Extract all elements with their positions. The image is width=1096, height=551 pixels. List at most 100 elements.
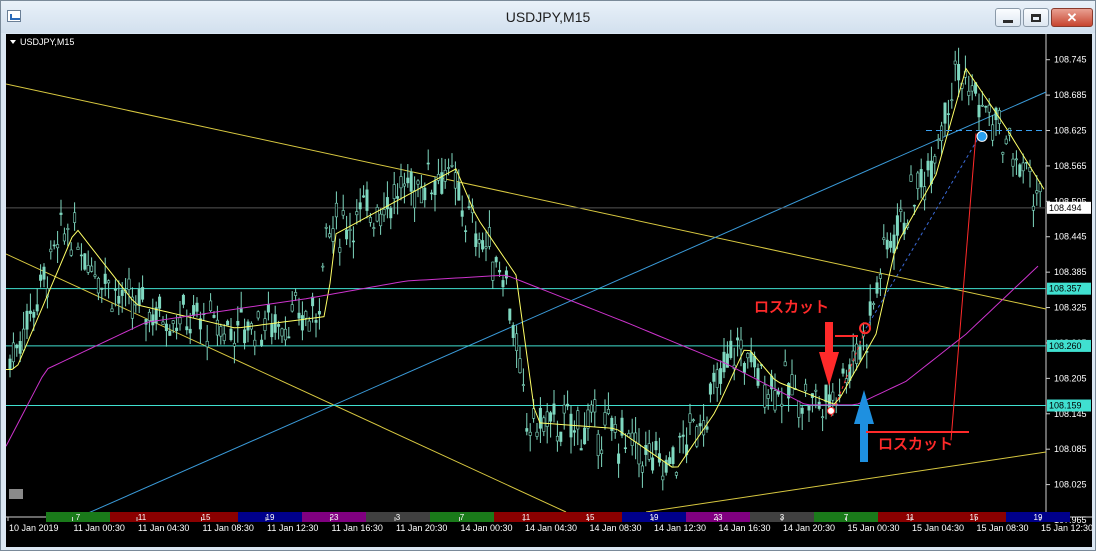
candle-body bbox=[504, 270, 508, 279]
candle-body bbox=[321, 265, 325, 268]
candle-body bbox=[338, 247, 342, 253]
candle-body bbox=[450, 165, 454, 167]
candle-body bbox=[1014, 158, 1018, 161]
price-chart[interactable]: USDJPY,M15 108.745 108.685 108.625 108.565 10… bbox=[6, 34, 1092, 547]
session-label: 3 bbox=[396, 513, 401, 522]
candle-body bbox=[396, 196, 400, 199]
candle-body bbox=[892, 234, 896, 254]
time-tick-label: 11 Jan 16:30 bbox=[332, 523, 383, 533]
candle-body bbox=[90, 265, 94, 272]
candle-body bbox=[351, 240, 355, 243]
candle-body bbox=[967, 90, 971, 96]
candle-body bbox=[464, 230, 468, 232]
candle-body bbox=[535, 431, 539, 437]
candle-body bbox=[715, 369, 719, 388]
chart-canvas[interactable]: USDJPY,M15 108.745 108.685 108.625 108.565 10… bbox=[6, 34, 1092, 547]
candle-body bbox=[909, 174, 913, 182]
candle-body bbox=[545, 411, 549, 427]
candle-body bbox=[35, 304, 39, 312]
candle-body bbox=[943, 102, 947, 124]
candle-body bbox=[59, 212, 63, 215]
candle-body bbox=[518, 358, 522, 373]
candle-body bbox=[719, 368, 723, 384]
candle-body bbox=[1001, 152, 1005, 155]
candle-body bbox=[491, 261, 495, 281]
time-tick-label: 14 Jan 04:30 bbox=[525, 523, 577, 533]
candle-body bbox=[562, 404, 566, 414]
candle-body bbox=[341, 210, 345, 216]
session-label: 19 bbox=[266, 513, 275, 522]
candle-body bbox=[192, 305, 196, 316]
candle-body bbox=[219, 326, 223, 337]
candle-body bbox=[368, 217, 372, 223]
candle-body bbox=[185, 326, 189, 331]
candle-body bbox=[501, 280, 505, 288]
candle-body bbox=[256, 311, 260, 319]
candle-body bbox=[49, 248, 53, 253]
candle-body bbox=[977, 104, 981, 118]
candle-body bbox=[137, 288, 141, 306]
candle-body bbox=[372, 227, 376, 229]
price-tick-label: 108.205 bbox=[1054, 373, 1087, 383]
candle-body bbox=[804, 383, 808, 392]
candle-body bbox=[773, 390, 777, 411]
candle-body bbox=[409, 171, 413, 192]
price-tick-label: 108.745 bbox=[1054, 55, 1087, 65]
title-bar[interactable]: USDJPY,M15 ✕ bbox=[1, 1, 1095, 33]
candle-body bbox=[552, 403, 556, 415]
time-tick-label: 15 Jan 12:30 bbox=[1041, 523, 1092, 533]
candle-body bbox=[294, 292, 298, 296]
candle-body bbox=[824, 384, 828, 403]
candle-body bbox=[729, 340, 733, 358]
candle-body bbox=[623, 447, 627, 450]
entry-marker bbox=[827, 406, 835, 415]
candle-body bbox=[226, 320, 230, 326]
candle-body bbox=[593, 399, 597, 413]
session-label: 11 bbox=[138, 513, 147, 522]
candle-body bbox=[474, 233, 478, 247]
candle-body bbox=[385, 197, 389, 210]
candle-body bbox=[919, 169, 923, 188]
candle-body bbox=[93, 274, 97, 277]
candle-body bbox=[399, 176, 403, 189]
candle-body bbox=[110, 308, 114, 312]
candle-body bbox=[800, 407, 804, 414]
candle-body bbox=[586, 409, 590, 429]
candle-body bbox=[838, 394, 842, 396]
candle-body bbox=[328, 233, 332, 238]
candle-body bbox=[52, 244, 56, 247]
candle-body bbox=[484, 246, 488, 249]
candle-body bbox=[334, 202, 338, 218]
candle-body bbox=[766, 394, 770, 399]
candle-body bbox=[419, 186, 423, 204]
candle-body bbox=[375, 207, 379, 222]
candle-body bbox=[878, 273, 882, 279]
candle-body bbox=[698, 423, 702, 427]
candle-body bbox=[933, 156, 937, 164]
candle-body bbox=[953, 60, 957, 65]
candle-body bbox=[433, 180, 437, 195]
candle-body bbox=[28, 310, 32, 314]
maximize-button[interactable] bbox=[1023, 8, 1049, 27]
minimize-button[interactable] bbox=[995, 8, 1021, 27]
time-tick-label: 14 Jan 00:30 bbox=[461, 523, 513, 533]
candle-body bbox=[872, 303, 876, 306]
candle-body bbox=[178, 317, 182, 325]
candle-body bbox=[783, 361, 787, 367]
candle-body bbox=[950, 99, 954, 102]
candle-body bbox=[929, 160, 933, 185]
candle-body bbox=[742, 363, 746, 373]
candle-body bbox=[205, 340, 209, 348]
candle-body bbox=[287, 336, 291, 339]
candle-body bbox=[161, 321, 165, 325]
candle-body bbox=[317, 311, 321, 315]
candle-body bbox=[266, 304, 270, 313]
candle-body bbox=[559, 431, 563, 442]
candle-body bbox=[113, 288, 117, 291]
candle-body bbox=[984, 105, 988, 108]
candle-body bbox=[814, 389, 818, 392]
close-button[interactable]: ✕ bbox=[1051, 8, 1093, 27]
candle-body bbox=[936, 139, 940, 142]
candle-body bbox=[688, 413, 692, 423]
session-label: 15 bbox=[586, 513, 595, 522]
